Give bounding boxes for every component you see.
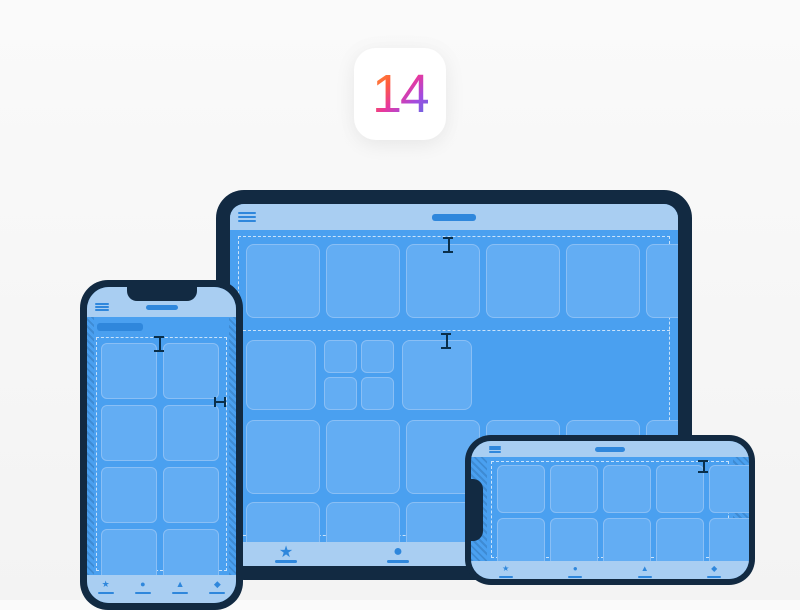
tab-item[interactable]: ●: [135, 578, 151, 594]
content-tile[interactable]: [326, 502, 400, 542]
content-tile[interactable]: [101, 343, 157, 399]
content-tile[interactable]: [550, 518, 598, 561]
content-tile[interactable]: [246, 502, 320, 542]
content-tile[interactable]: [246, 420, 320, 494]
ipad-nav-bar: [230, 204, 678, 230]
content-tile[interactable]: [656, 465, 704, 513]
tab-item[interactable]: ◆: [209, 578, 225, 594]
nav-title-placeholder: [146, 305, 178, 310]
tab-item[interactable]: ◆: [707, 562, 721, 578]
triangle-icon: ▲: [639, 562, 651, 574]
circle-icon: ●: [569, 562, 581, 574]
notch: [127, 287, 197, 301]
content-tile[interactable]: [656, 518, 704, 561]
content-tile[interactable]: [566, 244, 640, 318]
content-tile[interactable]: [603, 465, 651, 513]
tile-group: [324, 340, 394, 410]
diamond-icon: ◆: [708, 562, 720, 574]
iphone-landscape-content: [471, 457, 749, 561]
iphone-tab-bar: ★ ● ▲ ◆: [471, 561, 749, 579]
tab-item[interactable]: ★: [98, 578, 114, 594]
content-tile[interactable]: [163, 529, 219, 575]
content-tile[interactable]: [497, 518, 545, 561]
content-tile[interactable]: [101, 529, 157, 575]
menu-icon[interactable]: [489, 446, 501, 453]
content-tile[interactable]: [709, 518, 749, 561]
content-tile[interactable]: [101, 467, 157, 523]
tab-item[interactable]: ▲: [172, 578, 188, 594]
iphone-landscape-mockup: ★ ● ▲ ◆: [465, 435, 755, 585]
star-icon: ★: [280, 546, 292, 558]
content-tile[interactable]: [326, 244, 400, 318]
menu-icon[interactable]: [95, 303, 109, 311]
tab-item[interactable]: ▲: [638, 562, 652, 578]
ios-version-number: 14: [372, 63, 428, 125]
iphone-portrait-screen: ★ ● ▲ ◆: [87, 287, 236, 603]
iphone-content-area: [87, 317, 236, 575]
star-icon: ★: [100, 578, 112, 590]
content-tile[interactable]: [402, 340, 472, 410]
diamond-icon: ◆: [211, 578, 223, 590]
section-guide: [238, 330, 670, 331]
notch: [471, 479, 483, 541]
content-tile[interactable]: [646, 244, 678, 318]
nav-title-placeholder: [432, 214, 476, 221]
content-tile[interactable]: [246, 244, 320, 318]
triangle-icon: ▲: [174, 578, 186, 590]
tab-item[interactable]: ●: [387, 546, 409, 563]
tab-item[interactable]: ●: [568, 562, 582, 578]
ios14-app-icon: 14: [354, 48, 446, 140]
tile-row: [246, 502, 480, 542]
star-icon: ★: [500, 562, 512, 574]
tab-item[interactable]: ★: [499, 562, 513, 578]
iphone-portrait-mockup: ★ ● ▲ ◆: [80, 280, 243, 610]
content-tile[interactable]: [486, 244, 560, 318]
tile-row: [497, 465, 749, 513]
circle-icon: ●: [137, 578, 149, 590]
content-tile[interactable]: [326, 420, 400, 494]
tile-row: [246, 244, 678, 318]
tile-row: [246, 340, 472, 410]
circle-icon: ●: [392, 546, 404, 558]
iphone-landscape-screen: ★ ● ▲ ◆: [471, 441, 749, 579]
iphone-tab-bar: ★ ● ▲ ◆: [87, 575, 236, 603]
content-tile[interactable]: [101, 405, 157, 461]
content-tile-small[interactable]: [324, 340, 357, 373]
nav-title-placeholder: [595, 447, 625, 452]
content-tile[interactable]: [163, 343, 219, 399]
constraint-indicator: [448, 238, 450, 252]
content-tile-small[interactable]: [324, 377, 357, 410]
tile-row: [497, 518, 749, 561]
iphone-nav-bar: [471, 441, 749, 457]
large-title-placeholder: [97, 323, 143, 331]
content-tile-small[interactable]: [361, 377, 394, 410]
tile-row: [101, 467, 219, 523]
content-tile[interactable]: [246, 340, 316, 410]
content-tile[interactable]: [163, 405, 219, 461]
menu-icon[interactable]: [238, 212, 256, 222]
content-tile[interactable]: [163, 467, 219, 523]
content-tile[interactable]: [497, 465, 545, 513]
tile-row: [101, 405, 219, 461]
tab-item[interactable]: ★: [275, 546, 297, 563]
content-tile[interactable]: [709, 465, 749, 513]
content-tile[interactable]: [603, 518, 651, 561]
content-tile[interactable]: [406, 244, 480, 318]
constraint-indicator: [159, 337, 161, 351]
tile-row: [101, 529, 219, 575]
constraint-indicator: [446, 334, 448, 348]
content-tile[interactable]: [550, 465, 598, 513]
content-tile-small[interactable]: [361, 340, 394, 373]
